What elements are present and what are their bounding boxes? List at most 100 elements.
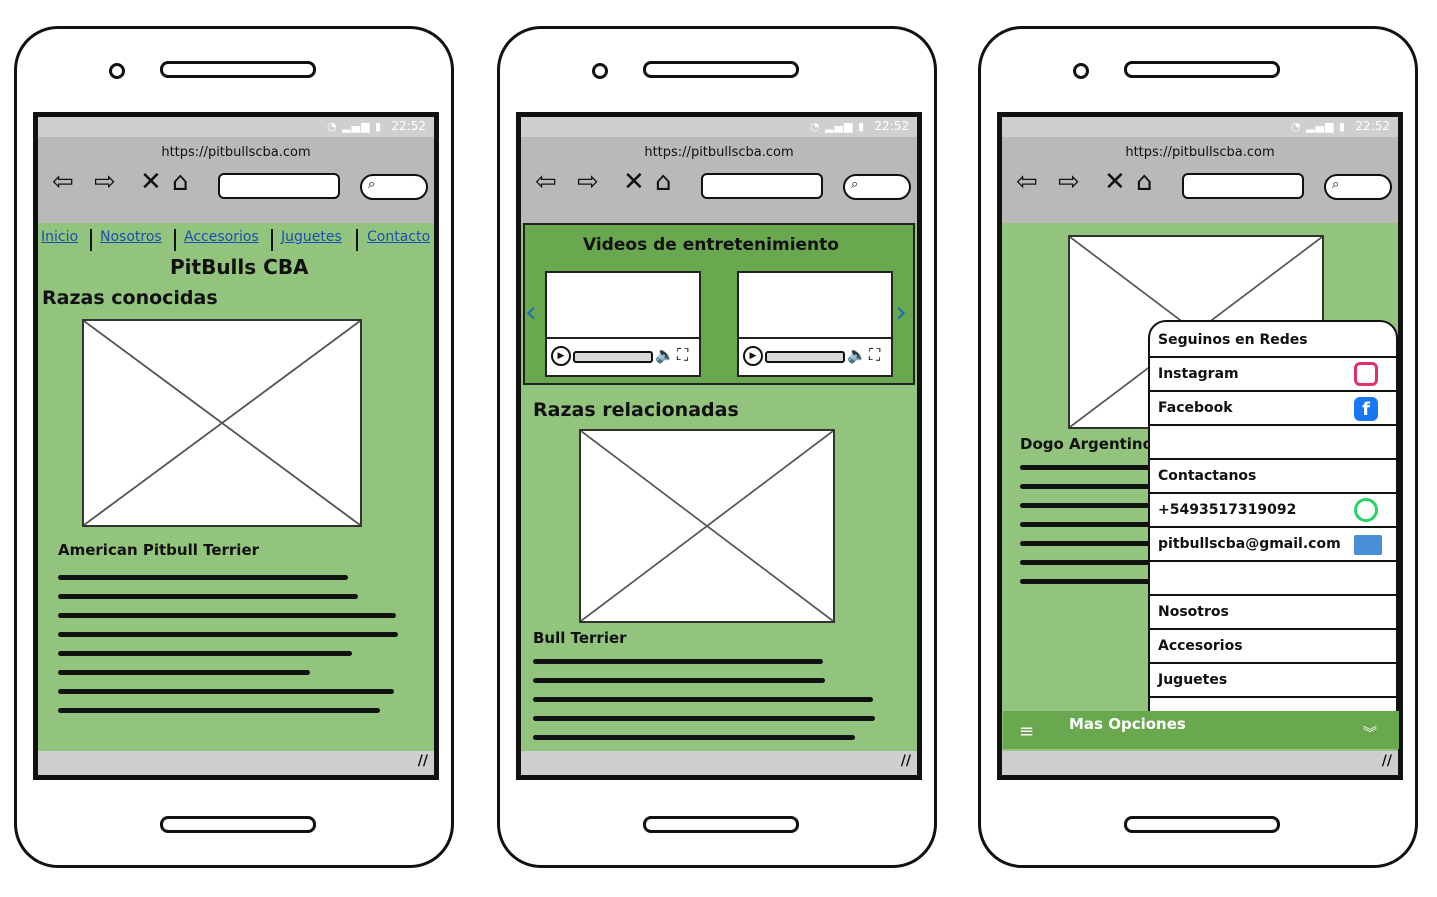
hamburger-icon[interactable]: ≡	[1019, 723, 1034, 741]
double-chevron-down-icon[interactable]: ︾	[1363, 723, 1377, 743]
search-box[interactable]: ⌕	[1324, 174, 1392, 200]
image-placeholder	[579, 429, 835, 623]
stop-icon[interactable]: ✕	[1104, 167, 1126, 197]
link-juguetes[interactable]: Juguetes	[1150, 664, 1396, 698]
menu-item-inicio[interactable]: Inicio	[41, 229, 78, 245]
progress-bar[interactable]	[573, 351, 653, 363]
search-icon: ⌕	[851, 177, 859, 192]
chevron-right-icon[interactable]: ›	[895, 295, 907, 330]
menu-divider	[356, 229, 358, 251]
text-scribble	[533, 659, 823, 664]
search-icon: ⌕	[368, 177, 376, 192]
more-options-label: Mas Opciones	[1069, 715, 1186, 733]
back-arrow-icon[interactable]: ⇦	[52, 167, 74, 197]
text-scribble	[533, 678, 825, 683]
instagram-icon	[1354, 362, 1378, 386]
status-time: 22:52	[1355, 119, 1390, 133]
url-text: https://pitbullscba.com	[644, 145, 794, 160]
section-title: Razas relacionadas	[533, 399, 739, 421]
video-player[interactable]: ▶ 🔈 ⛶	[545, 271, 701, 377]
play-icon[interactable]: ▶	[743, 346, 763, 366]
menu-item-accesorios[interactable]: Accesorios	[184, 229, 259, 245]
whatsapp-icon	[1354, 498, 1378, 522]
forward-arrow-icon[interactable]: ⇨	[94, 167, 116, 197]
videos-title: Videos de entretenimiento	[583, 235, 839, 255]
bottom-bar: //	[38, 751, 434, 775]
facebook-link[interactable]: Facebook f	[1150, 392, 1396, 426]
home-button[interactable]	[1124, 816, 1280, 833]
url-text: https://pitbullscba.com	[1125, 145, 1275, 160]
search-box[interactable]: ⌕	[843, 174, 911, 200]
menu-item-juguetes[interactable]: Juguetes	[281, 229, 342, 245]
speaker-slot	[643, 61, 799, 78]
image-placeholder	[82, 319, 362, 527]
address-bar[interactable]	[218, 173, 340, 199]
screen: ◔ ▂▄▆ ▮ 22:52 https://pitbullscba.com ⇦ …	[516, 112, 922, 780]
home-icon[interactable]: ⌂	[655, 167, 672, 197]
breed-name: Dogo Argentino	[1020, 435, 1153, 453]
text-scribble	[58, 689, 394, 694]
video-controls: ▶ 🔈 ⛶	[739, 337, 891, 375]
page-content: Inicio Nosotros Accesorios Juguetes Cont…	[38, 223, 434, 751]
video-player[interactable]: ▶ 🔈 ⛶	[737, 271, 893, 377]
page-content: Videos de entretenimiento ‹ ▶ 🔈 ⛶ ▶ 🔈 ⛶ …	[521, 223, 917, 751]
browser-toolbar: https://pitbullscba.com ⇦ ⇨ ✕ ⌂ ⌕	[521, 137, 917, 223]
section-title: Razas conocidas	[42, 287, 218, 309]
menu-item-nosotros[interactable]: Nosotros	[100, 229, 162, 245]
fullscreen-icon[interactable]: ⛶	[677, 345, 688, 365]
volume-icon[interactable]: 🔈	[847, 345, 867, 364]
menu-item-contacto[interactable]: Contacto	[367, 229, 430, 245]
social-header: Seguinos en Redes	[1150, 324, 1396, 358]
forward-arrow-icon[interactable]: ⇨	[1058, 167, 1080, 197]
text-scribble	[1020, 560, 1150, 565]
text-scribble	[1020, 541, 1150, 546]
play-icon[interactable]: ▶	[551, 346, 571, 366]
forward-arrow-icon[interactable]: ⇨	[577, 167, 599, 197]
mail-icon	[1354, 535, 1382, 555]
back-arrow-icon[interactable]: ⇦	[535, 167, 557, 197]
stop-icon[interactable]: ✕	[623, 167, 645, 197]
text-scribble	[58, 708, 380, 713]
text-scribble	[1020, 522, 1150, 527]
text-scribble	[1020, 503, 1150, 508]
home-icon[interactable]: ⌂	[1136, 167, 1153, 197]
text-scribble	[1020, 465, 1150, 470]
stop-icon[interactable]: ✕	[140, 167, 162, 197]
link-accesorios[interactable]: Accesorios	[1150, 630, 1396, 664]
back-arrow-icon[interactable]: ⇦	[1016, 167, 1038, 197]
facebook-icon: f	[1354, 397, 1378, 421]
video-controls: ▶ 🔈 ⛶	[547, 337, 699, 375]
email-link[interactable]: pitbullscba@gmail.com	[1150, 528, 1396, 562]
fullscreen-icon[interactable]: ⛶	[869, 345, 880, 365]
home-icon[interactable]: ⌂	[172, 167, 189, 197]
text-scribble	[58, 670, 310, 675]
options-popup: Seguinos en Redes Instagram Facebook f C…	[1148, 320, 1398, 714]
status-bar: ◔ ▂▄▆ ▮ 22:52	[1002, 117, 1398, 137]
site-title: PitBulls CBA	[170, 255, 309, 279]
more-options-bar[interactable]: ≡ Mas Opciones ︾	[1003, 711, 1399, 749]
chevron-left-icon[interactable]: ‹	[525, 295, 537, 330]
screen: ◔ ▂▄▆ ▮ 22:52 https://pitbullscba.com ⇦ …	[33, 112, 439, 780]
resize-icon: //	[1381, 753, 1392, 769]
status-bar: ◔ ▂▄▆ ▮ 22:52	[38, 117, 434, 137]
search-icon: ⌕	[1332, 177, 1340, 192]
status-time: 22:52	[391, 119, 426, 133]
progress-bar[interactable]	[765, 351, 845, 363]
menu-divider	[271, 229, 273, 251]
address-bar[interactable]	[701, 173, 823, 199]
home-button[interactable]	[643, 816, 799, 833]
url-text: https://pitbullscba.com	[161, 145, 311, 160]
phone-link[interactable]: +5493517319092	[1150, 494, 1396, 528]
address-bar[interactable]	[1182, 173, 1304, 199]
home-button[interactable]	[160, 816, 316, 833]
contact-header: Contactanos	[1150, 460, 1396, 494]
instagram-link[interactable]: Instagram	[1150, 358, 1396, 392]
search-box[interactable]: ⌕	[360, 174, 428, 200]
link-nosotros[interactable]: Nosotros	[1150, 596, 1396, 630]
volume-icon[interactable]: 🔈	[655, 345, 675, 364]
resize-icon: //	[417, 753, 428, 769]
text-scribble	[58, 632, 398, 637]
text-scribble	[58, 575, 348, 580]
signal-icon: ◔ ▂▄▆ ▮	[326, 120, 382, 133]
menu-divider	[90, 229, 92, 251]
